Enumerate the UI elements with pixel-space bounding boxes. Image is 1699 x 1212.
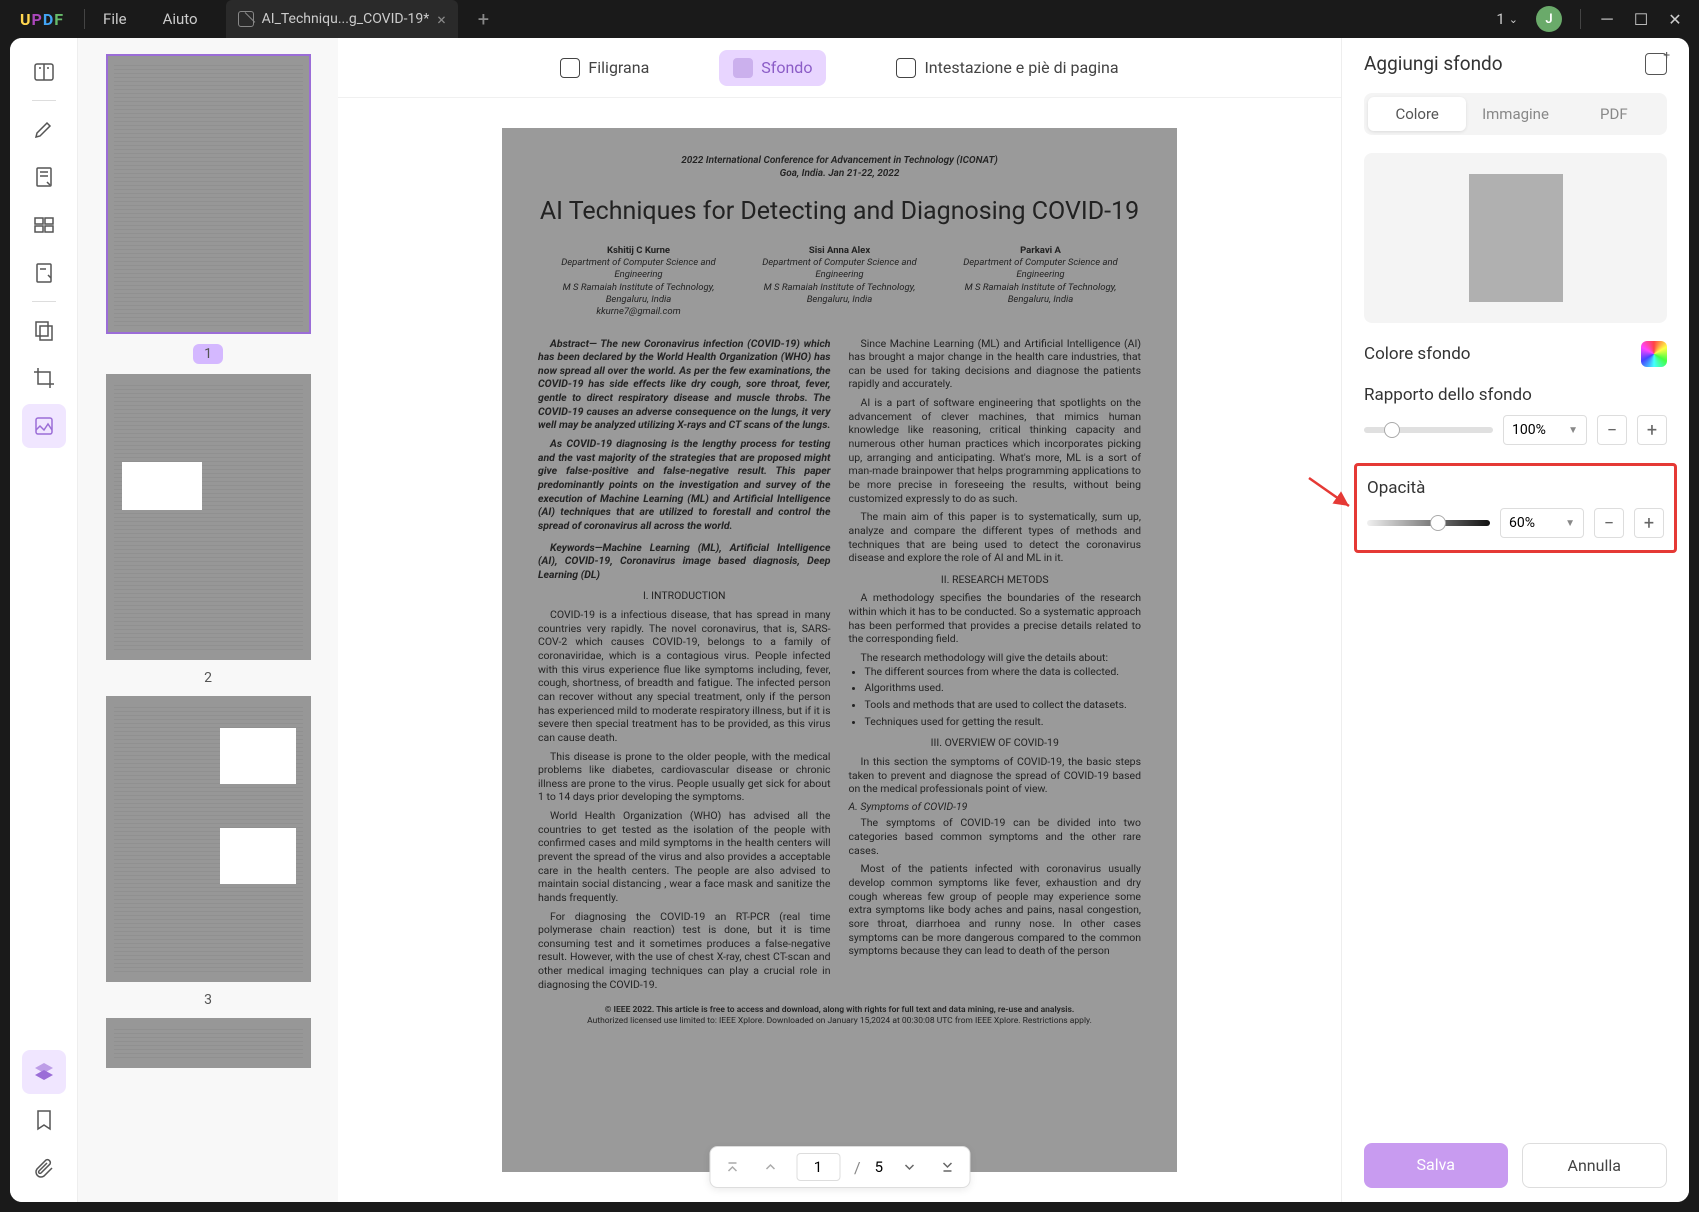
ratio-minus[interactable]: −	[1597, 415, 1627, 445]
color-picker-button[interactable]	[1641, 341, 1667, 367]
rail-organize-icon[interactable]	[22, 203, 66, 247]
window-count[interactable]: 1 ⌄	[1496, 10, 1518, 28]
opacity-label: Opacità	[1367, 478, 1664, 498]
seg-color[interactable]: Colore	[1368, 97, 1466, 131]
bg-source-segment: Colore Immagine PDF	[1364, 93, 1667, 135]
menu-file[interactable]: File	[85, 0, 145, 38]
rail-bookmark-icon[interactable]	[22, 1098, 66, 1142]
tab-title: AI_Techniqu...g_COVID-19*	[262, 11, 430, 27]
rail-edit-icon[interactable]	[22, 155, 66, 199]
page-total: 5	[875, 1158, 883, 1176]
opacity-slider[interactable]	[1367, 520, 1490, 526]
thumbnail-page-4[interactable]	[106, 1018, 311, 1068]
minimize-icon[interactable]: ─	[1599, 11, 1615, 27]
header-footer-tab[interactable]: Intestazione e piè di pagina	[882, 50, 1132, 86]
page-title: AI Techniques for Detecting and Diagnosi…	[538, 196, 1141, 229]
thumbnail-page-1[interactable]	[106, 54, 311, 334]
opacity-value[interactable]: 60%▼	[1500, 508, 1584, 538]
close-icon[interactable]: ✕	[1667, 11, 1683, 27]
bg-color-label: Colore sfondo	[1364, 344, 1470, 364]
app-logo: UPDF	[0, 10, 84, 29]
rail-comment-icon[interactable]	[22, 251, 66, 295]
rail-copy-icon[interactable]	[22, 308, 66, 352]
opacity-minus[interactable]: −	[1594, 508, 1624, 538]
cancel-button[interactable]: Annulla	[1522, 1143, 1668, 1188]
rail-crop-icon[interactable]	[22, 356, 66, 400]
header-footer-icon	[896, 58, 916, 78]
prev-page-icon[interactable]	[758, 1155, 782, 1179]
seg-image[interactable]: Immagine	[1466, 97, 1564, 131]
annotation-arrow	[1307, 474, 1355, 514]
panel-title: Aggiungi sfondo	[1364, 52, 1503, 75]
rail-layers-icon[interactable]	[22, 1050, 66, 1094]
thumbnail-page-2[interactable]	[106, 374, 311, 660]
menu-help[interactable]: Aiuto	[145, 0, 216, 38]
rail-background-icon[interactable]	[22, 404, 66, 448]
save-button[interactable]: Salva	[1364, 1143, 1508, 1188]
page-navigator: / 5	[709, 1146, 970, 1188]
background-tab[interactable]: Sfondo	[719, 50, 826, 86]
avatar[interactable]: J	[1536, 6, 1562, 32]
seg-pdf[interactable]: PDF	[1565, 97, 1663, 131]
document-icon	[238, 11, 254, 27]
ratio-plus[interactable]: +	[1637, 415, 1667, 445]
rail-reader-icon[interactable]	[22, 50, 66, 94]
bg-preview	[1364, 153, 1667, 323]
opacity-plus[interactable]: +	[1634, 508, 1664, 538]
background-icon	[733, 58, 753, 78]
watermark-icon	[560, 58, 580, 78]
maximize-icon[interactable]: ☐	[1633, 11, 1649, 27]
add-tab-button[interactable]: +	[478, 7, 489, 31]
document-page: 2022 International Conference for Advanc…	[502, 128, 1177, 1172]
save-preset-icon[interactable]	[1645, 53, 1667, 75]
document-tab[interactable]: AI_Techniqu...g_COVID-19* ×	[226, 0, 458, 38]
thumb-label-3: 3	[106, 992, 311, 1008]
next-page-icon[interactable]	[897, 1155, 921, 1179]
rail-attachment-icon[interactable]	[22, 1146, 66, 1190]
thumb-label-1: 1	[193, 344, 223, 364]
page-number-input[interactable]	[796, 1153, 840, 1181]
ratio-slider[interactable]	[1364, 427, 1493, 433]
first-page-icon[interactable]	[720, 1155, 744, 1179]
thumbnail-page-3[interactable]	[106, 696, 311, 982]
thumb-label-2: 2	[106, 670, 311, 686]
ratio-value[interactable]: 100%▼	[1503, 415, 1587, 445]
watermark-tab[interactable]: Filigrana	[546, 50, 663, 86]
rail-highlight-icon[interactable]	[22, 107, 66, 151]
last-page-icon[interactable]	[935, 1155, 959, 1179]
ratio-label: Rapporto dello sfondo	[1364, 385, 1667, 405]
close-tab-icon[interactable]: ×	[437, 10, 446, 29]
